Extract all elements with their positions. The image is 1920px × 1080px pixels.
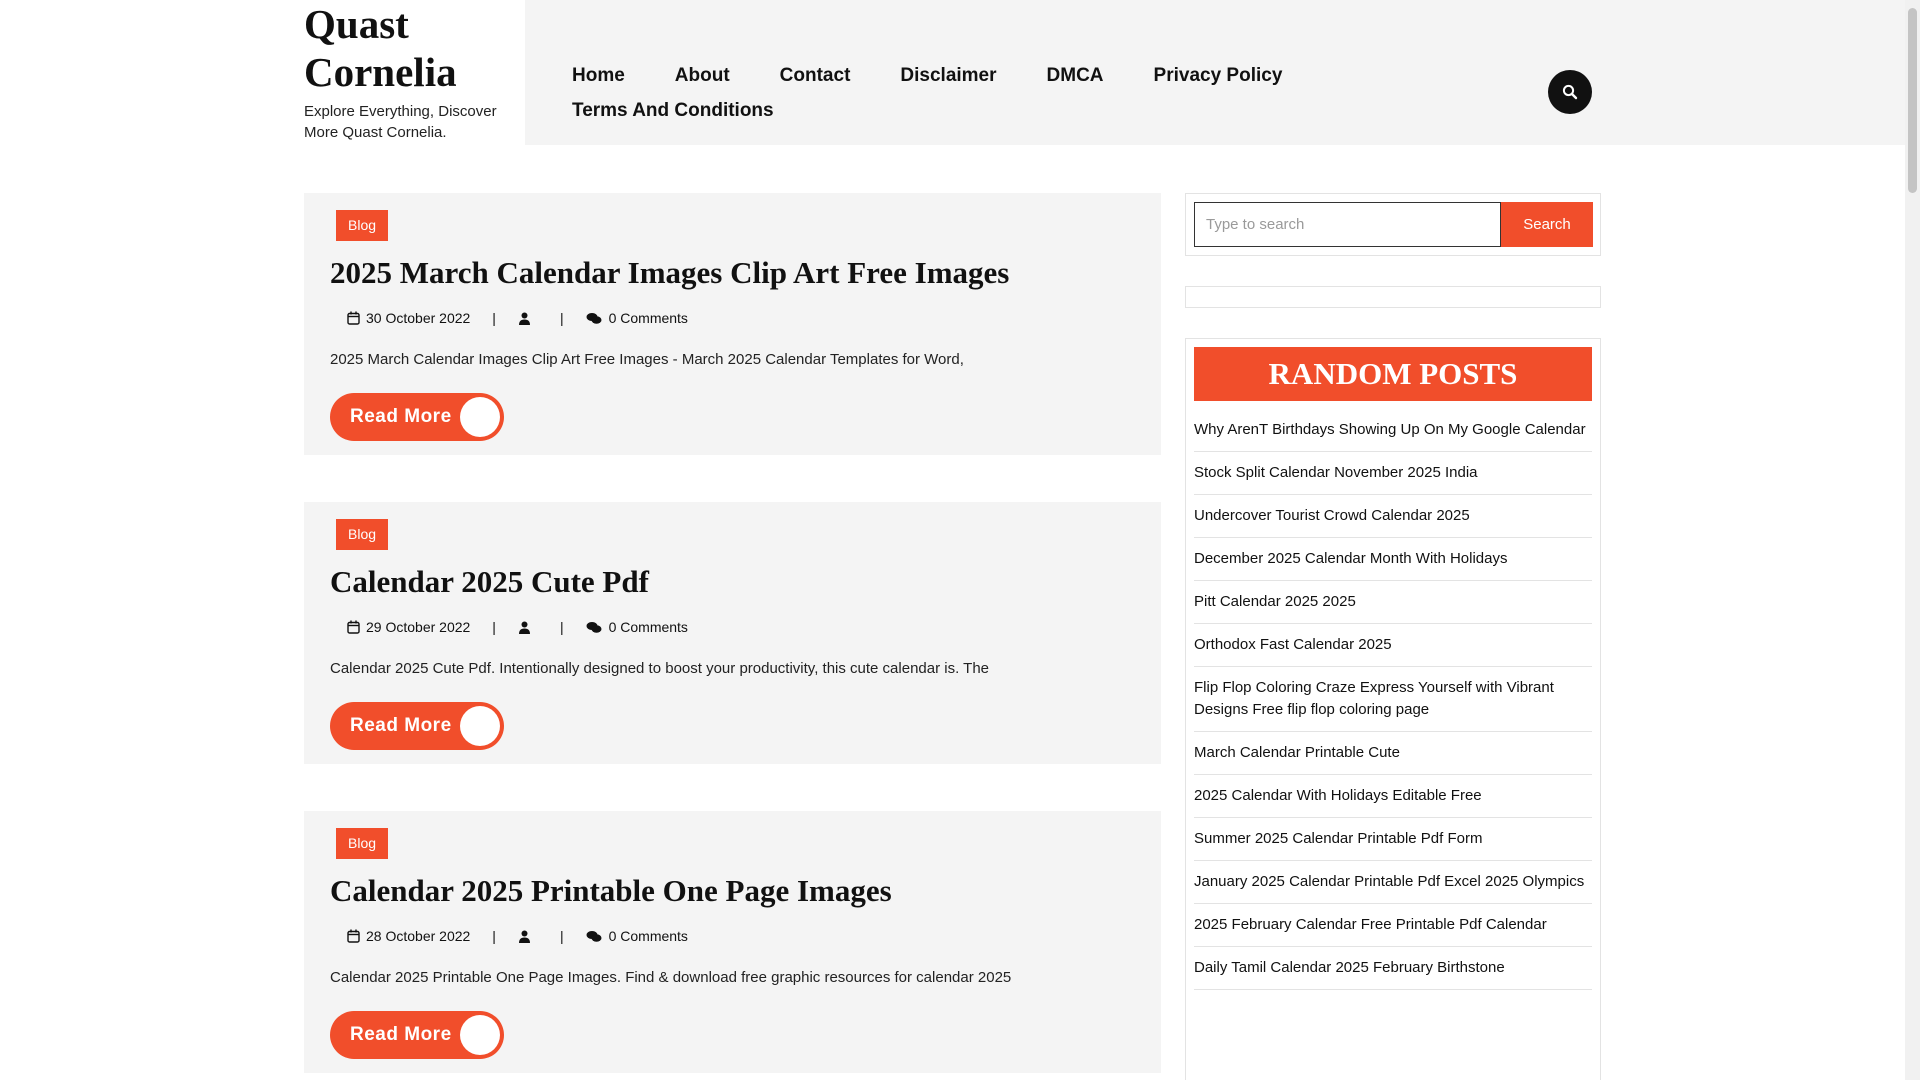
meta-separator: | [559,928,564,944]
read-more-label: Read More [350,715,452,736]
post-excerpt: 2025 March Calendar Images Clip Art Free… [330,351,964,368]
site-header: Quast Cornelia Explore Everything, Disco… [0,0,1905,145]
post-title[interactable]: 2025 March Calendar Images Clip Art Free… [330,255,1009,291]
read-more-button[interactable]: Read More [330,393,504,441]
post-category[interactable]: Blog [336,519,389,550]
user-icon [518,930,530,943]
random-post-link[interactable]: Stock Split Calendar November 2025 India [1194,452,1592,495]
random-posts-widget: RANDOM POSTS Why ArenT Birthdays Showing… [1185,338,1601,1080]
post-title[interactable]: Calendar 2025 Cute Pdf [330,564,649,600]
post-comments-text: 0 Comments [608,619,688,635]
random-post-link[interactable]: January 2025 Calendar Printable Pdf Exce… [1194,861,1592,904]
branding: Quast Cornelia Explore Everything, Disco… [304,0,514,143]
random-post-link[interactable]: Pitt Calendar 2025 2025 [1194,581,1592,624]
random-post-link[interactable]: Flip Flop Coloring Craze Express Yoursel… [1194,667,1592,732]
post-comments-text: 0 Comments [608,310,688,326]
calendar-icon [347,929,360,943]
read-more-circle-icon [460,397,500,437]
read-more-circle-icon [460,1015,500,1055]
random-post-link[interactable]: March Calendar Printable Cute [1194,732,1592,775]
user-icon [518,621,530,634]
random-post-link[interactable]: December 2025 Calendar Month With Holida… [1194,538,1592,581]
post-title[interactable]: Calendar 2025 Printable One Page Images [330,873,892,909]
site-title[interactable]: Quast Cornelia [304,0,514,96]
page-scrollbar[interactable] [1905,0,1920,1080]
author-link[interactable] [518,312,538,325]
post-comments[interactable]: 0 Comments [586,928,688,944]
nav-about[interactable]: About [675,58,730,93]
sidebar-search-widget: Search [1185,193,1601,256]
empty-widget [1185,286,1601,308]
user-icon [518,312,530,325]
comments-icon [586,621,602,633]
post-card: Blog Calendar 2025 Cute Pdf 29 October 2… [304,502,1161,764]
post-date-text: 30 October 2022 [366,310,471,326]
main-navigation: Home About Contact Disclaimer DMCA Privacy Po… [572,58,1372,128]
post-card: Blog 2025 March Calendar Images Clip Art… [304,193,1161,455]
post-date[interactable]: 29 October 2022 [347,619,470,635]
comments-icon [586,930,602,942]
post-date-text: 29 October 2022 [366,619,471,635]
post-date-text: 28 October 2022 [366,928,471,944]
nav-disclaimer[interactable]: Disclaimer [900,58,996,93]
meta-separator: | [492,619,496,635]
header-search-button[interactable] [1548,70,1592,114]
nav-home[interactable]: Home [572,58,625,93]
post-card: Blog Calendar 2025 Printable One Page Im… [304,811,1161,1073]
meta-separator: | [559,310,564,326]
calendar-icon [347,311,360,325]
random-post-link[interactable]: 2025 February Calendar Free Printable Pd… [1194,904,1592,947]
post-meta: 28 October 2022 | | 0 Comments [347,926,688,946]
scrollbar-thumb[interactable] [1908,8,1917,193]
post-date[interactable]: 28 October 2022 [347,928,470,944]
random-post-link[interactable]: Summer 2025 Calendar Printable Pdf Form [1194,818,1592,861]
read-more-label: Read More [350,406,452,427]
post-category[interactable]: Blog [336,210,389,241]
meta-separator: | [492,928,496,944]
post-comments[interactable]: 0 Comments [586,310,688,326]
nav-dmca[interactable]: DMCA [1047,58,1104,93]
random-post-link[interactable]: Undercover Tourist Crowd Calendar 2025 [1194,495,1592,538]
random-post-link[interactable]: Daily Tamil Calendar 2025 February Birth… [1194,947,1592,990]
random-post-link[interactable]: Why ArenT Birthdays Showing Up On My Goo… [1194,409,1592,452]
author-link[interactable] [518,621,538,634]
random-post-link[interactable]: Orthodox Fast Calendar 2025 [1194,624,1592,667]
search-button[interactable]: Search [1501,202,1593,247]
post-comments-text: 0 Comments [608,928,688,944]
post-meta: 30 October 2022 | | 0 Comments [347,308,688,328]
random-post-link[interactable]: 2025 Calendar With Holidays Editable Fre… [1194,775,1592,818]
search-icon [1562,84,1578,100]
meta-separator: | [492,310,496,326]
nav-terms[interactable]: Terms And Conditions [572,93,774,128]
nav-privacy-policy[interactable]: Privacy Policy [1154,58,1283,93]
random-posts-heading: RANDOM POSTS [1194,347,1592,401]
search-input[interactable] [1194,202,1501,247]
random-posts-list: Why ArenT Birthdays Showing Up On My Goo… [1194,409,1592,990]
post-excerpt: Calendar 2025 Printable One Page Images.… [330,969,1012,986]
read-more-button[interactable]: Read More [330,702,504,750]
read-more-label: Read More [350,1024,452,1045]
author-link[interactable] [518,930,538,943]
read-more-circle-icon [460,706,500,746]
meta-separator: | [559,619,564,635]
post-category[interactable]: Blog [336,828,389,859]
read-more-button[interactable]: Read More [330,1011,504,1059]
post-comments[interactable]: 0 Comments [586,619,688,635]
post-excerpt: Calendar 2025 Cute Pdf. Intentionally de… [330,660,990,677]
site-tagline: Explore Everything, Discover More Quast … [304,103,497,141]
calendar-icon [347,620,360,634]
post-meta: 29 October 2022 | | 0 Comments [347,617,688,637]
post-date[interactable]: 30 October 2022 [347,310,470,326]
nav-contact[interactable]: Contact [780,58,851,93]
comments-icon [586,312,602,324]
